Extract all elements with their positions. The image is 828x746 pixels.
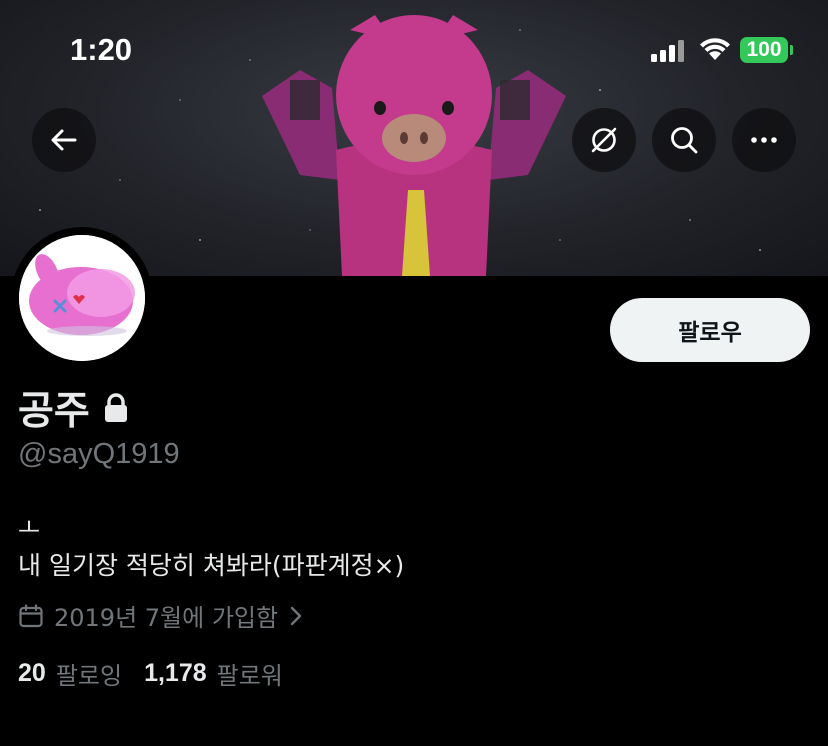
search-button[interactable] [652, 108, 716, 172]
grok-button[interactable] [572, 108, 636, 172]
status-bar: 1:20 100 [0, 30, 828, 74]
following-link[interactable]: 20 팔로잉 [18, 656, 122, 691]
following-label: 팔로잉 [55, 662, 123, 690]
followers-count: 1,178 [144, 659, 207, 687]
display-name: 공주 [18, 389, 90, 434]
search-icon [671, 127, 698, 154]
bunny-illustration [19, 235, 145, 361]
chevron-right-icon [290, 606, 302, 625]
back-button[interactable] [32, 108, 96, 172]
wifi-icon [700, 38, 730, 60]
follow-stats: 20 팔로잉 1,178 팔로워 [18, 656, 283, 691]
lock-icon [104, 393, 127, 422]
arrow-left-icon [51, 129, 77, 151]
battery-cap [790, 45, 793, 55]
follow-button[interactable]: 팔로우 [610, 298, 810, 362]
grok-icon [591, 127, 617, 153]
avatar-image [19, 235, 145, 361]
profile-avatar[interactable] [11, 227, 153, 369]
more-button[interactable] [732, 108, 796, 172]
status-time: 1:20 [70, 32, 133, 67]
followers-link[interactable]: 1,178 팔로워 [144, 656, 283, 691]
more-icon [751, 137, 777, 143]
join-date: 2019년 7월에 가입함 [54, 604, 279, 632]
display-name-row: 공주 [18, 380, 130, 436]
calendar-icon [19, 603, 43, 627]
following-count: 20 [18, 659, 46, 687]
join-date-row[interactable]: 2019년 7월에 가입함 [18, 598, 304, 633]
bio-line-1: ㅗ [18, 514, 41, 542]
battery-indicator: 100 [740, 37, 788, 63]
followers-label: 팔로워 [216, 662, 283, 690]
bio-line-2: 내 일기장 적당히 쳐봐라(파판계정×) [18, 551, 405, 580]
user-handle: @sayQ1919 [18, 438, 180, 470]
cellular-signal-icon [651, 40, 684, 62]
